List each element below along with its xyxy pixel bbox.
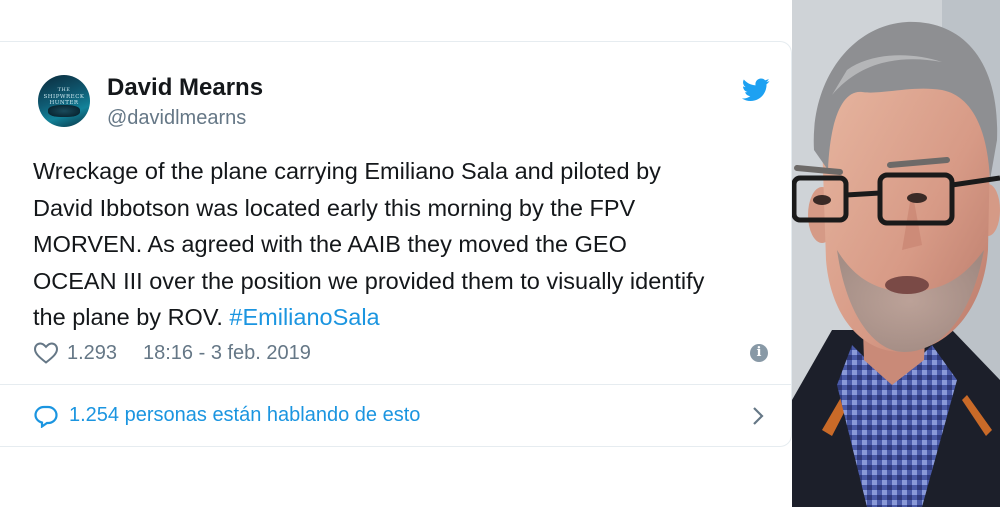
hashtag-link[interactable]: #EmilianoSala (229, 304, 379, 330)
avatar[interactable]: THE SHIPWRECK HUNTER (38, 75, 90, 127)
screenshot-stage: THE SHIPWRECK HUNTER David Mearns @david… (0, 0, 1000, 507)
card-divider (0, 384, 792, 385)
author-handle[interactable]: @davidlmearns (107, 107, 246, 130)
tweet-text-line: MORVEN. As agreed with the AAIB they mov… (33, 231, 627, 257)
tweet-text-line: the plane by ROV. (33, 304, 230, 330)
tweet-meta-row: 1.293 18:16 - 3 feb. 2019 i (33, 340, 778, 366)
likes-count[interactable]: 1.293 (67, 342, 117, 365)
twitter-bird-icon[interactable] (742, 78, 770, 102)
speech-bubble-icon (34, 405, 58, 428)
tweet-text-line: OCEAN III over the position we provided … (33, 267, 705, 294)
conversation-label[interactable]: 1.254 personas están hablando de esto (69, 404, 420, 427)
portrait-illustration (792, 0, 1000, 507)
author-name[interactable]: David Mearns (107, 74, 263, 102)
heart-icon[interactable] (33, 341, 59, 365)
avatar-text-top: THE (57, 87, 71, 93)
tweet-text: Wreckage of the plane carrying Emiliano … (33, 153, 778, 336)
tweet-card[interactable]: THE SHIPWRECK HUNTER David Mearns @david… (0, 41, 792, 447)
conversation-link[interactable]: 1.254 personas están hablando de esto (33, 401, 778, 431)
tweet-text-line: Wreckage of the plane carrying Emiliano … (33, 158, 661, 184)
avatar-wreck-graphic (48, 105, 80, 117)
portrait-photo (792, 0, 1000, 507)
info-icon[interactable]: i (750, 344, 768, 362)
chevron-right-icon[interactable] (749, 404, 767, 428)
tweet-timestamp[interactable]: 18:16 - 3 feb. 2019 (143, 342, 311, 365)
tweet-text-line: David Ibbotson was located early this mo… (33, 194, 636, 221)
